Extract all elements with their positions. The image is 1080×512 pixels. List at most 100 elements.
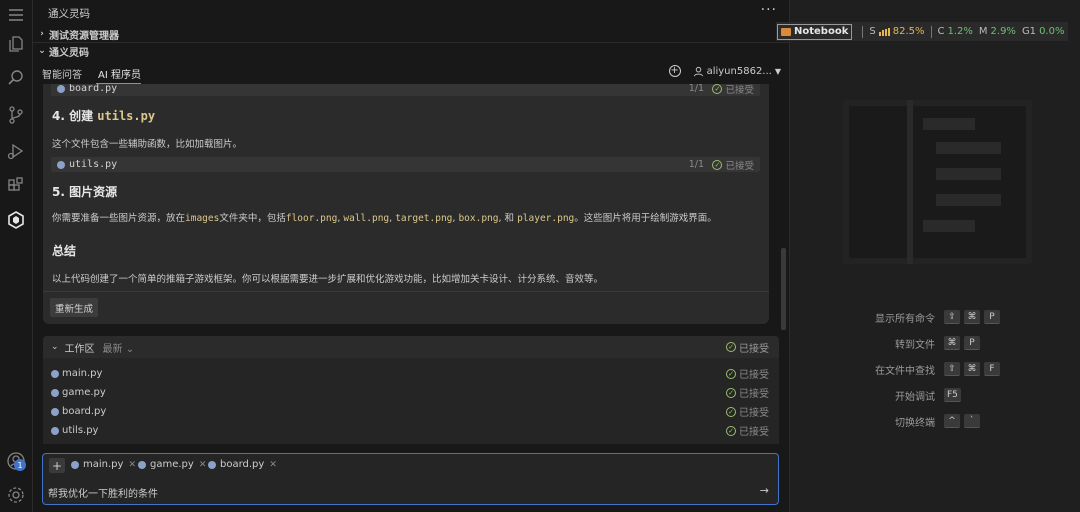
workspace-file-row[interactable]: board.py ✓ 已接受 <box>43 402 779 421</box>
account-badge: 1 <box>14 459 26 471</box>
command-label: 在文件中查找 <box>875 366 935 377</box>
close-icon[interactable]: ✕ <box>269 460 277 470</box>
search-icon[interactable] <box>4 66 28 90</box>
chat-tabs: 智能问答 AI 程序员 + aliyun5862... ▼ <box>33 62 789 84</box>
source-control-icon[interactable] <box>4 103 28 127</box>
chat-input-box[interactable]: + main.py ✕ game.py ✕ board.py ✕ 帮我优化一下胜利的条… <box>42 453 779 505</box>
python-file-icon <box>57 84 65 93</box>
sidebar: 通义灵码 ··· › 测试资源管理器 ⌄ 通义灵码 智能问答 AI 程序员 + … <box>33 0 789 512</box>
change-count: 1/1 <box>688 159 704 170</box>
step4-description: 这个文件包含一些辅助函数，比如加载图片。 <box>52 139 243 150</box>
accepted-status: ✓ 已接受 <box>726 423 769 438</box>
resource-monitor-bar: Notebook S 82.5% C 1.2% M 2.9% G1 0.0% <box>776 22 1069 41</box>
workspace-header[interactable]: ⌄ 工作区 最新 ⌄ ✓ 已接受 <box>43 336 779 358</box>
extensions-icon[interactable] <box>4 174 28 198</box>
regenerate-button[interactable]: 重新生成 <box>50 298 99 317</box>
check-circle-icon: ✓ <box>726 387 736 398</box>
command-label: 切换终端 <box>895 418 935 429</box>
accepted-status: ✓ 已接受 <box>726 404 769 419</box>
check-circle-icon: ✓ <box>726 342 736 352</box>
section-tongyi[interactable]: ⌄ 通义灵码 <box>33 43 789 59</box>
command-go-to-file: 转到文件 ⌘ P <box>790 336 1080 351</box>
storage-stat: S 82.5% <box>869 26 925 37</box>
file-name: main.py <box>62 368 103 379</box>
close-icon[interactable]: ✕ <box>199 460 207 470</box>
workspace-title: 工作区 <box>64 343 95 355</box>
python-file-icon <box>51 407 59 416</box>
latest-dropdown[interactable]: 最新 ⌄ <box>103 340 135 355</box>
context-chip[interactable]: board.py ✕ <box>208 459 277 470</box>
chat-message: board.py 1/1 ✓ 已接受 4. 创建 utils.py 这个文件包含一… <box>43 84 769 324</box>
summary-heading: 总结 <box>52 244 77 258</box>
command-label: 显示所有命令 <box>875 314 935 325</box>
step4-heading: 4. 创建 utils.py <box>52 109 156 123</box>
files-icon[interactable] <box>4 32 28 56</box>
python-file-icon <box>51 369 59 378</box>
tab-smart-qa[interactable]: 智能问答 <box>42 66 82 81</box>
shortcut-keys: ⌘ P <box>944 336 980 350</box>
section-label: 通义灵码 <box>49 47 89 59</box>
separator <box>930 25 932 38</box>
python-file-icon <box>51 388 59 397</box>
chevron-down-icon: ▼ <box>774 66 781 76</box>
python-file-icon <box>138 460 146 469</box>
step5-heading: 5. 图片资源 <box>52 185 118 199</box>
close-icon[interactable]: ✕ <box>128 460 136 470</box>
python-file-icon <box>57 160 65 169</box>
context-chip[interactable]: main.py ✕ <box>71 459 136 470</box>
chat-input-text[interactable]: 帮我优化一下胜利的条件 <box>48 485 158 500</box>
chat-scrollbar[interactable] <box>781 248 786 330</box>
file-name: game.py <box>62 387 106 398</box>
accepted-status: ✓ 已接受 <box>712 84 754 96</box>
settings-icon[interactable] <box>4 483 28 507</box>
tongyi-icon[interactable] <box>4 208 28 232</box>
python-file-icon <box>51 426 59 435</box>
accepted-status: ✓ 已接受 <box>726 366 769 381</box>
context-chip[interactable]: game.py ✕ <box>138 459 206 470</box>
command-label: 开始调试 <box>895 392 935 403</box>
accepted-status: ✓ 已接受 <box>726 385 769 400</box>
python-file-icon <box>208 460 216 469</box>
command-label: 转到文件 <box>895 340 935 351</box>
file-change-utils[interactable]: utils.py 1/1 ✓ 已接受 <box>51 157 760 172</box>
shortcut-keys: ⇧ ⌘ F <box>944 362 1000 376</box>
gpu-stat: G1 0.0% <box>1021 26 1065 37</box>
summary-text: 以上代码创建了一个简单的推箱子游戏框架。你可以根据需要进一步扩展和优化游戏功能，… <box>52 274 604 285</box>
workspace-file-row[interactable]: main.py ✓ 已接受 <box>43 364 779 383</box>
separator <box>862 25 864 38</box>
accepted-status: ✓ 已接受 <box>712 158 754 172</box>
sidebar-title: 通义灵码 <box>48 8 90 20</box>
editor-area: 显示所有命令 ⇧ ⌘ P 转到文件 ⌘ P 在文件中查找 ⇧ ⌘ F 开始调试 F5 切换… <box>789 0 1080 512</box>
more-actions-button[interactable]: ··· <box>761 2 777 18</box>
step5-description: 你需要准备一些图片资源，放在images文件夹中，包括floor.png, wa… <box>52 213 717 224</box>
workspace-file-row[interactable]: game.py ✓ 已接受 <box>43 383 779 402</box>
notebook-button[interactable]: Notebook <box>777 23 853 40</box>
workspace-panel: ⌄ 工作区 最新 ⌄ ✓ 已接受 main.py ✓ 已接受 game.py ✓ 已接… <box>43 336 779 444</box>
usage-bars-icon <box>878 27 890 36</box>
menu-icon[interactable] <box>4 3 28 27</box>
chevron-down-icon: ⌄ <box>51 342 59 352</box>
tab-ai-programmer[interactable]: AI 程序员 <box>98 66 141 81</box>
command-toggle-terminal: 切换终端 ^ ` <box>790 414 1080 429</box>
check-circle-icon: ✓ <box>726 368 736 379</box>
chevron-right-icon: › <box>40 29 44 39</box>
file-change-board[interactable]: board.py 1/1 ✓ 已接受 <box>51 84 760 96</box>
shortcut-keys: ⇧ ⌘ P <box>944 310 1000 324</box>
cpu-stat: C 1.2% <box>937 26 973 37</box>
header-actions: + aliyun5862... ▼ <box>668 65 781 77</box>
send-icon[interactable]: → <box>760 484 769 497</box>
activity-bar: 1 <box>0 0 33 512</box>
shortcut-keys: ^ ` <box>944 414 980 428</box>
new-chat-icon[interactable]: + <box>668 65 681 77</box>
vscode-watermark-logo <box>843 100 1032 264</box>
workspace-file-row[interactable]: utils.py ✓ 已接受 <box>43 421 779 440</box>
file-name: board.py <box>62 406 107 417</box>
check-circle-icon: ✓ <box>726 425 736 436</box>
user-menu[interactable]: aliyun5862... ▼ <box>693 66 781 77</box>
check-circle-icon: ✓ <box>712 159 723 170</box>
section-test-explorer[interactable]: › 测试资源管理器 <box>33 26 789 42</box>
divider <box>43 291 769 292</box>
add-context-button[interactable]: + <box>49 458 65 473</box>
file-name: board.py <box>69 84 118 94</box>
run-debug-icon[interactable] <box>4 139 28 163</box>
